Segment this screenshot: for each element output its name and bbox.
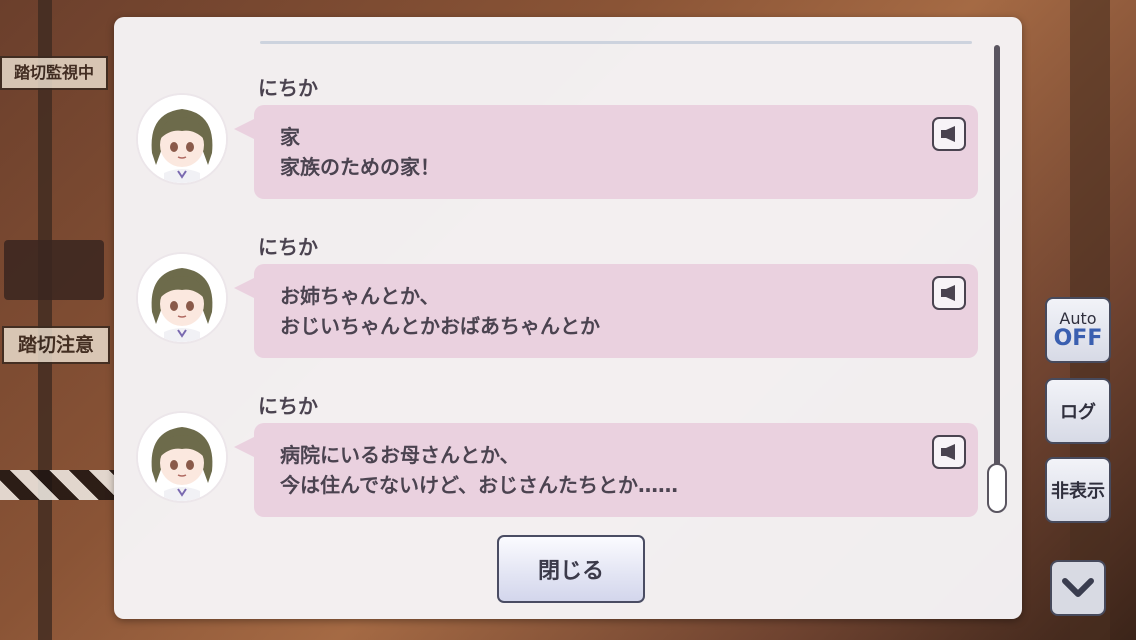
close-button[interactable]: 閉じる (497, 535, 645, 603)
character-avatar (138, 95, 226, 183)
bg-arrow-sign (4, 240, 104, 300)
auto-state: OFF (1053, 326, 1103, 351)
auto-toggle-button[interactable]: Auto OFF (1045, 297, 1111, 363)
dialogue-line: 病院にいるお母さんとか、 (280, 443, 520, 467)
log-scrollbar-thumb[interactable] (987, 463, 1007, 513)
dialogue-line: 今は住んでないけど、おじさんたちとか…… (280, 473, 678, 497)
bg-crossing-barrier (0, 470, 114, 500)
voice-replay-button[interactable] (932, 435, 966, 469)
nichika-portrait-icon (138, 254, 226, 342)
log-entry: にちか お姉ちゃんとか、 おじいちゃんとかおばあちゃんとか (114, 234, 994, 384)
dialogue-bubble: 病院にいるお母さんとか、 今は住んでないけど、おじさんたちとか…… (234, 423, 978, 517)
character-avatar (138, 413, 226, 501)
log-entry: にちか 家 家族のための家！ (114, 75, 994, 225)
bg-sign-crossing-monitor: 踏切監視中 (0, 56, 108, 90)
log-scrollbar-track[interactable] (994, 45, 1000, 497)
dialogue-log-panel: にちか 家 家族のための家！ にちか お姉ちゃんとか、 おじいちゃんとかおばあち… (114, 17, 1022, 619)
speaker-icon (941, 285, 955, 301)
bg-crossing-pole (38, 0, 52, 640)
character-avatar (138, 254, 226, 342)
speaker-name: にちか (258, 235, 318, 259)
dialogue-line: おじいちゃんとかおばあちゃんとか (280, 314, 600, 338)
speaker-name: にちか (258, 394, 318, 418)
dialogue-line: 家 (280, 125, 300, 149)
voice-replay-button[interactable] (932, 276, 966, 310)
dialogue-line: 家族のための家！ (280, 155, 440, 179)
nichika-portrait-icon (138, 95, 226, 183)
voice-replay-button[interactable] (932, 117, 966, 151)
log-top-divider (260, 41, 972, 44)
speaker-icon (941, 444, 955, 460)
speaker-name: にちか (258, 76, 318, 100)
log-entry: にちか 病院にいるお母さんとか、 今は住んでないけど、おじさんたちとか…… (114, 393, 994, 543)
hide-ui-button[interactable]: 非表示 (1045, 457, 1111, 523)
dialogue-line: お姉ちゃんとか、 (280, 284, 440, 308)
speaker-icon (941, 126, 955, 142)
bg-sign-crossing-caution: 踏切注意 (2, 326, 110, 364)
dialogue-bubble: 家 家族のための家！ (234, 105, 978, 199)
menu-toggle-button[interactable] (1050, 560, 1106, 616)
log-button[interactable]: ログ (1045, 378, 1111, 444)
chevron-down-icon (1062, 578, 1094, 597)
nichika-portrait-icon (138, 413, 226, 501)
dialogue-bubble: お姉ちゃんとか、 おじいちゃんとかおばあちゃんとか (234, 264, 978, 358)
